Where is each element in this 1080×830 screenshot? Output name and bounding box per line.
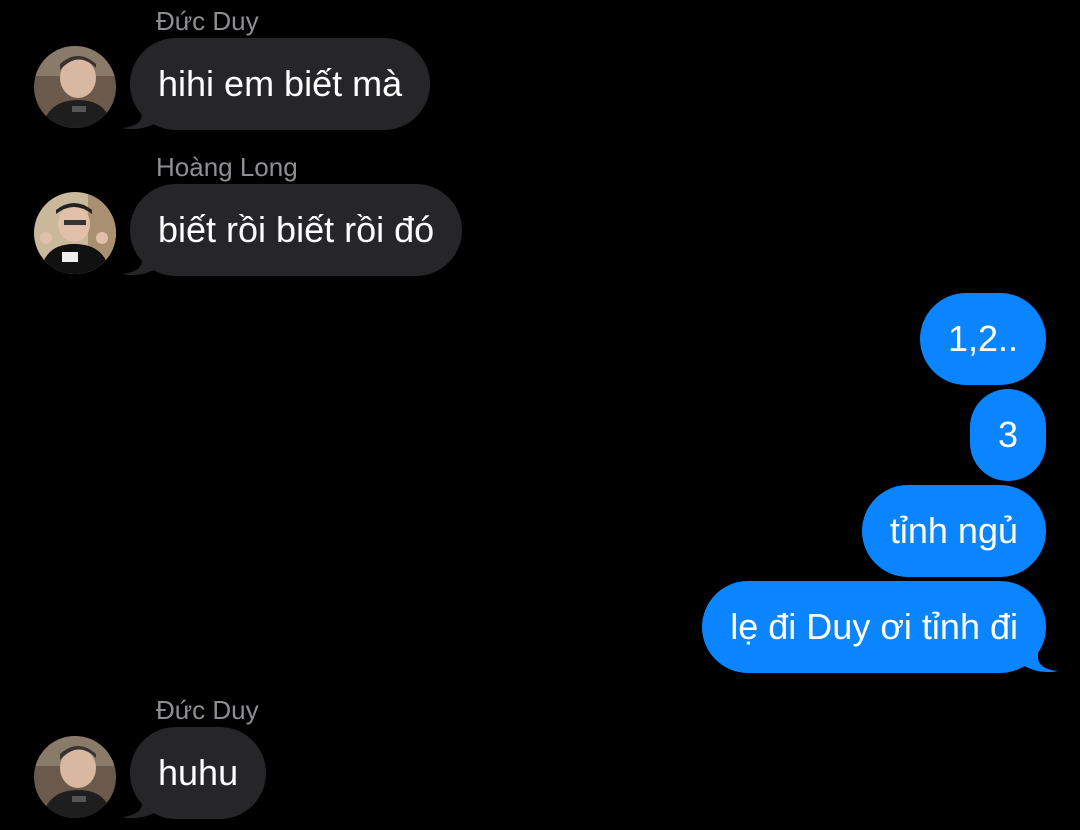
message-thread: Đức Duy hihi em biết mà Hoàng Long biết … [0,0,1080,830]
message-text: 1,2.. [947,318,1018,359]
message-text: huhu [158,752,239,793]
incoming-message-bubble[interactable]: biết rồi biết rồi đó [130,184,463,276]
sender-name: Hoàng Long [156,152,298,182]
sender-name: Đức Duy [156,6,259,36]
bubble-tail-icon [122,238,158,276]
outgoing-message-bubble[interactable]: lẹ đi Duy ơi tỉnh đi [702,581,1046,673]
outgoing-message-bubble[interactable]: tỉnh ngủ [861,485,1046,577]
bubble-tail-icon [1022,635,1058,673]
message-text: lẹ đi Duy ơi tỉnh đi [730,606,1018,647]
sender-name: Đức Duy [156,695,259,725]
hoang-long-avatar[interactable] [34,192,116,274]
duc-duy-avatar[interactable] [34,736,116,818]
message-text: tỉnh ngủ [889,510,1018,551]
message-text: biết rồi biết rồi đó [158,209,435,250]
outgoing-message-bubble[interactable]: 1,2.. [919,293,1046,385]
message-text: hihi em biết mà [158,63,403,104]
duc-duy-avatar[interactable] [34,46,116,128]
incoming-message-bubble[interactable]: hihi em biết mà [130,38,431,130]
bubble-tail-icon [122,92,158,130]
outgoing-message-bubble[interactable]: 3 [969,389,1046,481]
message-text: 3 [997,414,1018,455]
bubble-tail-icon [122,781,158,819]
